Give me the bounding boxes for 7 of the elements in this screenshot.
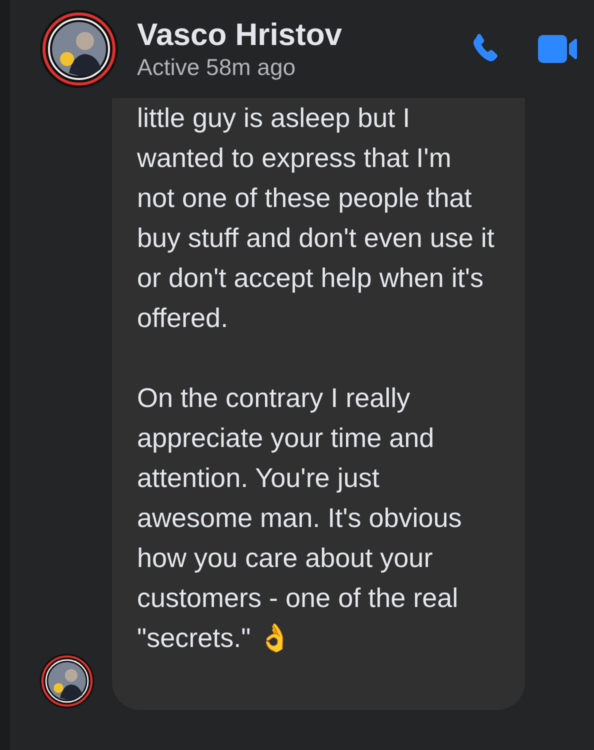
message-text: little guy is asleep but I wanted to express that I'm not one of these people that buy stuff and don't even use it or don't accept help when it's offered. xyxy=(137,102,495,335)
active-status: Active 58m ago xyxy=(137,53,297,81)
message-text: On the contrary I really appreciate your time and attention. You're just awesome man. It's obvious how you care about your customers - one of the real "secrets." 👌 xyxy=(137,382,463,655)
avatar[interactable] xyxy=(39,653,95,709)
contact-name: Vasco Hristov xyxy=(137,17,342,53)
avatar[interactable] xyxy=(39,9,119,89)
video-camera-icon xyxy=(538,33,578,65)
